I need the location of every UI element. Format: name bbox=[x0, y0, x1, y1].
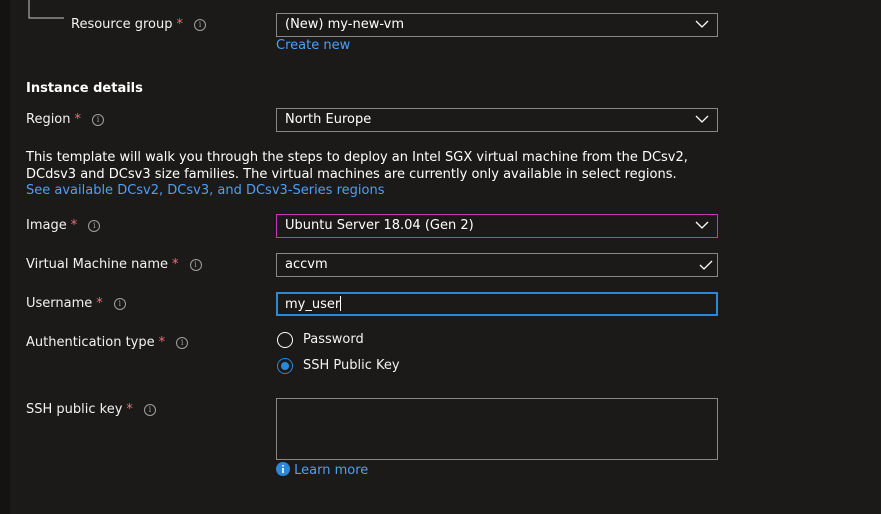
region-value: North Europe bbox=[285, 112, 372, 127]
password-radio[interactable] bbox=[277, 332, 293, 348]
username-value-wrap: my_user bbox=[285, 296, 342, 312]
username-value: my_user bbox=[285, 297, 341, 312]
image-dropdown[interactable]: Ubuntu Server 18.04 (Gen 2) bbox=[276, 214, 718, 238]
username-label: Username * i bbox=[26, 296, 126, 311]
username-input[interactable]: my_user bbox=[276, 292, 718, 316]
image-value: Ubuntu Server 18.04 (Gen 2) bbox=[285, 218, 474, 233]
chevron-down-icon bbox=[695, 115, 709, 123]
region-dropdown[interactable]: North Europe bbox=[276, 108, 718, 132]
username-label-text: Username bbox=[26, 296, 93, 311]
info-icon[interactable]: i bbox=[92, 114, 105, 126]
info-icon[interactable]: i bbox=[194, 19, 207, 31]
required-marker: * bbox=[158, 335, 166, 350]
resource-group-dropdown[interactable]: (New) my-new-vm bbox=[276, 13, 718, 37]
info-icon[interactable]: i bbox=[189, 259, 202, 271]
resource-group-value: (New) my-new-vm bbox=[285, 17, 405, 32]
region-label-text: Region bbox=[26, 112, 71, 127]
info-icon[interactable]: i bbox=[143, 404, 156, 416]
required-marker: * bbox=[176, 17, 184, 32]
vm-name-input[interactable]: accvm bbox=[276, 253, 718, 277]
vm-name-label: Virtual Machine name * i bbox=[26, 257, 202, 272]
image-label-text: Image bbox=[26, 218, 67, 233]
ssh-public-key-radio[interactable] bbox=[277, 358, 293, 374]
ssh-key-label: SSH public key * i bbox=[26, 402, 156, 417]
chevron-down-icon bbox=[695, 221, 709, 229]
password-option-label[interactable]: Password bbox=[303, 332, 364, 347]
resource-group-label: Resource group * i bbox=[71, 17, 207, 32]
vm-name-value: accvm bbox=[285, 257, 328, 272]
tree-connector bbox=[28, 0, 64, 19]
template-description: This template will walk you through the … bbox=[26, 150, 688, 182]
info-icon[interactable]: i bbox=[113, 298, 126, 310]
region-label: Region * i bbox=[26, 112, 105, 127]
required-marker: * bbox=[74, 112, 82, 127]
learn-more-link[interactable]: Learn more bbox=[294, 463, 368, 478]
required-marker: * bbox=[70, 218, 78, 233]
required-marker: * bbox=[96, 296, 103, 311]
ssh-public-key-option-label[interactable]: SSH Public Key bbox=[303, 358, 400, 373]
chevron-down-icon bbox=[695, 20, 709, 28]
auth-type-label: Authentication type * i bbox=[26, 335, 189, 350]
checkmark-icon bbox=[699, 260, 713, 270]
info-icon[interactable]: i bbox=[88, 220, 101, 232]
auth-type-label-text: Authentication type bbox=[26, 335, 155, 350]
instance-details-heading: Instance details bbox=[26, 81, 143, 96]
ssh-key-label-text: SSH public key bbox=[26, 402, 123, 417]
image-label: Image * i bbox=[26, 218, 101, 233]
create-new-link[interactable]: Create new bbox=[276, 38, 350, 53]
info-filled-icon bbox=[276, 462, 290, 476]
info-icon[interactable]: i bbox=[176, 337, 189, 349]
required-marker: * bbox=[172, 257, 179, 272]
resource-group-label-text: Resource group bbox=[71, 17, 173, 32]
vm-name-label-text: Virtual Machine name bbox=[26, 257, 169, 272]
available-regions-link[interactable]: See available DCsv2, DCsv3, and DCsv3-Se… bbox=[26, 183, 384, 198]
required-marker: * bbox=[126, 402, 133, 417]
ssh-key-textarea[interactable] bbox=[276, 398, 718, 460]
left-gutter bbox=[0, 0, 10, 514]
text-cursor bbox=[340, 296, 342, 311]
learn-more-row[interactable]: Learn more bbox=[276, 462, 368, 478]
